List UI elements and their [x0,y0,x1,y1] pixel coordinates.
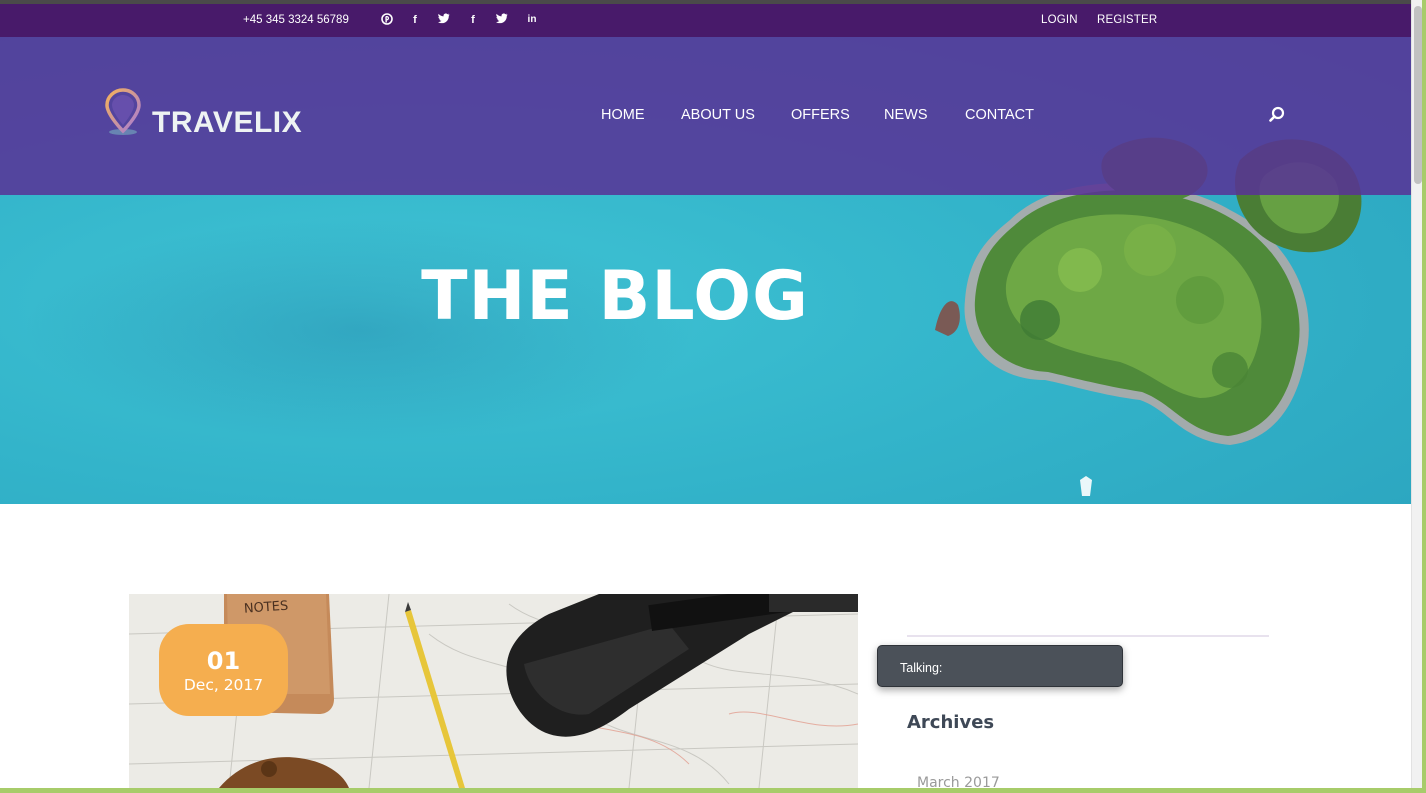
window-frame-bottom [0,788,1426,793]
svg-text:NOTES: NOTES [243,599,288,617]
page-title: THE BLOG [421,257,809,336]
nav-about-us[interactable]: ABOUT US [681,107,755,123]
location-pin-icon [105,88,141,135]
talking-tooltip: Talking: [877,645,1123,687]
nav-home[interactable]: HOME [601,107,645,123]
main-header: TRAVELIX HOME ABOUT US OFFERS NEWS CONTA… [0,37,1411,195]
sidebar-divider [907,635,1269,637]
post-date-month: Dec, 2017 [183,676,264,694]
register-link[interactable]: REGISTER [1097,14,1157,26]
twitter-icon[interactable] [495,13,509,27]
page: +45 345 3324 56789 f f in LOGIN REGISTER [0,0,1426,793]
phone-number: +45 345 3324 56789 [243,14,349,26]
facebook-icon[interactable]: f [466,13,480,27]
post-date-day: 01 [206,647,241,675]
scrollbar-thumb[interactable] [1414,6,1422,184]
twitter-icon[interactable] [437,13,451,27]
archives-heading: Archives [907,712,995,733]
tooltip-label: Talking: [900,661,943,675]
facebook-icon[interactable]: f [408,13,422,27]
search-icon[interactable] [1268,106,1286,124]
post-date-badge: 01 Dec, 2017 [159,624,288,716]
topbar: +45 345 3324 56789 f f in LOGIN REGISTER [0,4,1411,37]
pinterest-icon[interactable] [380,13,394,27]
nav-offers[interactable]: OFFERS [791,107,850,123]
window-frame-right [1422,0,1426,793]
nav-contact[interactable]: CONTACT [965,107,1034,123]
linkedin-icon[interactable]: in [525,13,539,27]
login-link[interactable]: LOGIN [1041,14,1078,26]
logo-text[interactable]: TRAVELIX [152,106,302,140]
nav-news[interactable]: NEWS [884,107,928,123]
